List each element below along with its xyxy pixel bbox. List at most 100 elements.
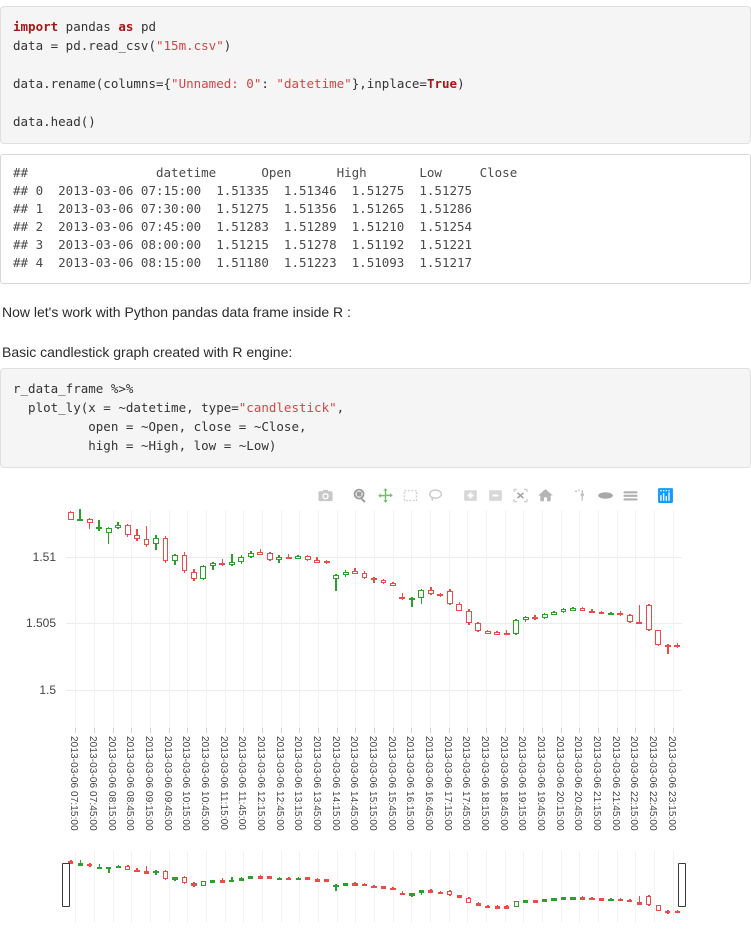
candlestick-body[interactable]	[645, 604, 652, 631]
candlestick-body[interactable]	[579, 608, 586, 611]
range-slider[interactable]	[62, 851, 686, 923]
candlestick-body[interactable]	[570, 608, 576, 611]
x-axis-tick-mark	[542, 728, 543, 733]
candlestick-body[interactable]	[67, 512, 74, 520]
candlestick-body[interactable]	[162, 537, 169, 562]
candlestick-body[interactable]	[551, 612, 557, 615]
candlestick-body[interactable]	[86, 518, 93, 523]
lasso-select-icon[interactable]	[423, 484, 447, 506]
x-gridline	[299, 510, 301, 732]
download-camera-icon[interactable]	[313, 484, 337, 506]
candlestick-body[interactable]	[560, 609, 567, 612]
candlestick-body[interactable]	[153, 538, 159, 545]
candlestick-body[interactable]	[674, 644, 681, 647]
candlestick-body[interactable]	[105, 527, 112, 533]
candlestick-body[interactable]	[228, 562, 235, 565]
candlestick-body[interactable]	[352, 571, 358, 574]
candlestick-body[interactable]	[617, 612, 624, 616]
code-token: "Unnamed: 0"	[171, 76, 262, 91]
candlestick-body[interactable]	[285, 556, 292, 559]
box-select-icon[interactable]	[398, 484, 422, 506]
candlestick-body[interactable]	[494, 632, 501, 635]
candlestick-body[interactable]	[200, 566, 207, 579]
candlestick-body[interactable]	[342, 571, 349, 576]
candlestick-body[interactable]	[266, 553, 273, 560]
pan-move-icon[interactable]	[373, 484, 397, 506]
candlestick-body[interactable]	[532, 616, 539, 620]
candlestick-body[interactable]	[664, 644, 671, 648]
x-axis-tick-label: 2013-03-06 11:45:00	[236, 736, 248, 831]
range-slider-candle-body	[352, 883, 358, 886]
zoom-out-icon[interactable]	[483, 484, 507, 506]
candlestick-body[interactable]	[418, 589, 425, 598]
hover-compare-icon[interactable]	[618, 484, 642, 506]
reset-axes-home-icon[interactable]	[533, 484, 557, 506]
range-slider-handle-left[interactable]	[62, 863, 70, 907]
range-slider-handle-right[interactable]	[678, 863, 686, 907]
candlestick-body[interactable]	[380, 579, 387, 584]
candlestick-body[interactable]	[371, 578, 377, 581]
candlestick-body[interactable]	[219, 563, 226, 566]
x-axis-tick-label: 2013-03-06 19:15:00	[516, 736, 528, 831]
candlestick-body[interactable]	[503, 632, 510, 635]
candlestick-body[interactable]	[456, 603, 463, 611]
zoom-in-icon[interactable]	[458, 484, 482, 506]
candlestick-body[interactable]	[598, 612, 605, 615]
x-axis-tick-label: 2013-03-06 23:15:00	[665, 736, 677, 831]
candlestick-body[interactable]	[143, 538, 150, 545]
candlestick-body[interactable]	[655, 630, 662, 645]
candlestick-body[interactable]	[191, 571, 197, 580]
candlestick-body[interactable]	[115, 524, 122, 528]
range-slider-candle-body	[143, 870, 150, 874]
autoscale-icon[interactable]	[508, 484, 532, 506]
candlestick-body[interactable]	[247, 552, 254, 557]
range-slider-candle-body	[560, 897, 567, 900]
plot-area[interactable]: 1.51 1.505 1.5 2013-03-06 07:15:00 2013-03-0…	[0, 506, 751, 948]
code-token: "candlestick"	[238, 400, 337, 415]
candlestick-body[interactable]	[399, 596, 406, 600]
x-axis-tick-mark	[654, 728, 655, 733]
candlestick-body[interactable]	[209, 563, 216, 566]
zoom-magnifier-icon[interactable]	[348, 484, 372, 506]
candlestick-body[interactable]	[295, 556, 302, 559]
candlestick-body[interactable]	[257, 552, 264, 555]
candlestick-body[interactable]	[636, 621, 643, 624]
candlestick-body[interactable]	[408, 597, 415, 600]
candlestick-body[interactable]	[323, 561, 330, 564]
candlestick-body[interactable]	[446, 591, 453, 604]
candlestick-body[interactable]	[77, 518, 84, 521]
range-slider-candle-body	[608, 898, 614, 902]
candlestick-body[interactable]	[238, 557, 245, 562]
candlestick-body[interactable]	[124, 524, 131, 536]
candlestick-body[interactable]	[390, 583, 396, 586]
candlestick-body[interactable]	[465, 610, 472, 624]
candlestick-body[interactable]	[475, 623, 482, 632]
x-gridline	[374, 510, 375, 732]
candlestick-body[interactable]	[172, 555, 178, 562]
x-gridline	[654, 510, 655, 732]
plotly-logo-icon[interactable]	[653, 484, 677, 506]
candlestick-body[interactable]	[333, 575, 340, 579]
x-axis-tick-mark	[374, 728, 375, 733]
candlestick-body[interactable]	[314, 560, 321, 563]
candlestick-body[interactable]	[522, 617, 529, 621]
plotly-candlestick-widget[interactable]: 1.51 1.505 1.5 2013-03-06 07:15:00 2013-03-0…	[0, 480, 751, 948]
hover-closest-icon[interactable]	[593, 484, 617, 506]
candlestick-body[interactable]	[513, 620, 520, 634]
candlestick-body[interactable]	[484, 631, 491, 634]
toggle-spike-lines-icon[interactable]	[568, 484, 592, 506]
candlestick-body[interactable]	[96, 527, 103, 530]
code-cell-python-import[interactable]: import pandas as pd data = pd.read_csv("…	[0, 6, 751, 144]
candlestick-body[interactable]	[304, 556, 311, 561]
code-cell-r-plotly[interactable]: r_data_frame %>% plot_ly(x = ~datetime, …	[0, 368, 751, 468]
candlestick-body[interactable]	[276, 556, 283, 560]
candlestick-body[interactable]	[181, 555, 188, 572]
candlestick-body[interactable]	[589, 610, 595, 613]
candlestick-body[interactable]	[134, 535, 140, 539]
candlestick-body[interactable]	[361, 572, 368, 579]
candlestick-body[interactable]	[626, 615, 633, 622]
candlestick-body[interactable]	[541, 614, 548, 618]
candlestick-body[interactable]	[607, 612, 614, 615]
candlestick-body[interactable]	[437, 594, 444, 597]
candlestick-body[interactable]	[427, 589, 434, 595]
